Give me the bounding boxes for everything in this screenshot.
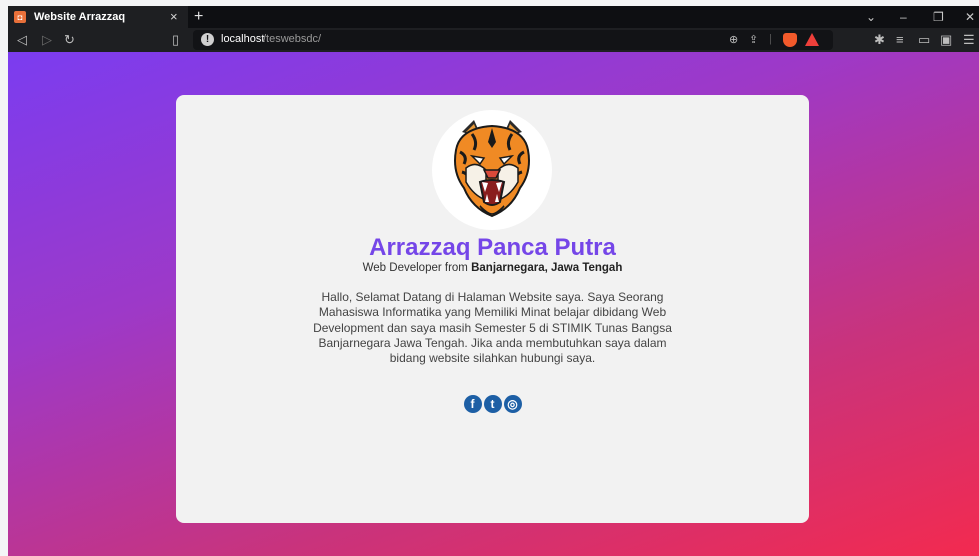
share-icon[interactable]: ⇪ [749,33,758,46]
divider: | [769,33,772,45]
tagline-prefix: Web Developer from [362,262,472,274]
profile-card: Arrazzaq Panca Putra Web Developer from … [176,95,809,523]
page-viewport: Arrazzaq Panca Putra Web Developer from … [8,52,979,556]
tab-title: Website Arrazzaq [34,11,126,23]
facebook-icon[interactable]: f [463,395,482,413]
twitter-icon[interactable]: t [483,395,502,413]
social-links: f t ◎ [176,395,809,413]
forward-icon[interactable]: ▷ [42,31,52,49]
zoom-icon[interactable]: ⊕ [729,33,738,46]
brave-rewards-icon[interactable] [805,33,819,46]
instagram-icon[interactable]: ◎ [503,395,522,413]
back-icon[interactable]: ◁ [17,31,27,49]
sidebar-icon[interactable]: ▭ [918,31,930,49]
browser-tab[interactable]: ◘ Website Arrazzaq × [8,6,188,28]
avatar [432,110,552,230]
tab-close-icon[interactable]: × [170,9,178,25]
tab-strip: ◘ Website Arrazzaq × + ⌄ – ❐ ✕ [8,6,979,28]
reading-list-icon[interactable]: ≡ [896,31,904,49]
close-window-icon[interactable]: ✕ [965,8,975,26]
url-path: /teswebsdc/ [263,33,322,45]
address-bar[interactable]: ! localhost /teswebsdc/ ⊕ ⇪ | [193,30,833,50]
extensions-icon[interactable]: ✱ [874,31,885,49]
brave-shields-icon[interactable] [783,33,797,47]
minimize-icon[interactable]: – [900,8,907,26]
browser-chrome: ◘ Website Arrazzaq × + ⌄ – ❐ ✕ ◁ ▷ ↻ ▯ !… [8,6,979,52]
url-host: localhost [221,33,265,45]
wallet-icon[interactable]: ▣ [940,31,952,49]
toolbar: ◁ ▷ ↻ ▯ ! localhost /teswebsdc/ ⊕ ⇪ | ✱ … [8,28,979,52]
tagline-location: Banjarnegara, Jawa Tengah [471,262,623,274]
reload-icon[interactable]: ↻ [64,31,75,49]
site-info-icon[interactable]: ! [201,33,214,46]
profile-bio: Hallo, Selamat Datang di Halaman Website… [313,290,672,366]
bookmark-icon[interactable]: ▯ [172,31,179,49]
favicon-icon: ◘ [14,11,26,23]
menu-icon[interactable]: ☰ [963,31,975,49]
tab-search-icon[interactable]: ⌄ [866,8,876,26]
new-tab-button[interactable]: + [194,8,203,26]
screen: ◘ Website Arrazzaq × + ⌄ – ❐ ✕ ◁ ▷ ↻ ▯ !… [0,0,979,556]
restore-icon[interactable]: ❐ [933,8,944,26]
tiger-head-icon [454,120,530,218]
profile-name: Arrazzaq Panca Putra [369,234,616,261]
profile-tagline: Web Developer from Banjarnegara, Jawa Te… [176,262,809,274]
